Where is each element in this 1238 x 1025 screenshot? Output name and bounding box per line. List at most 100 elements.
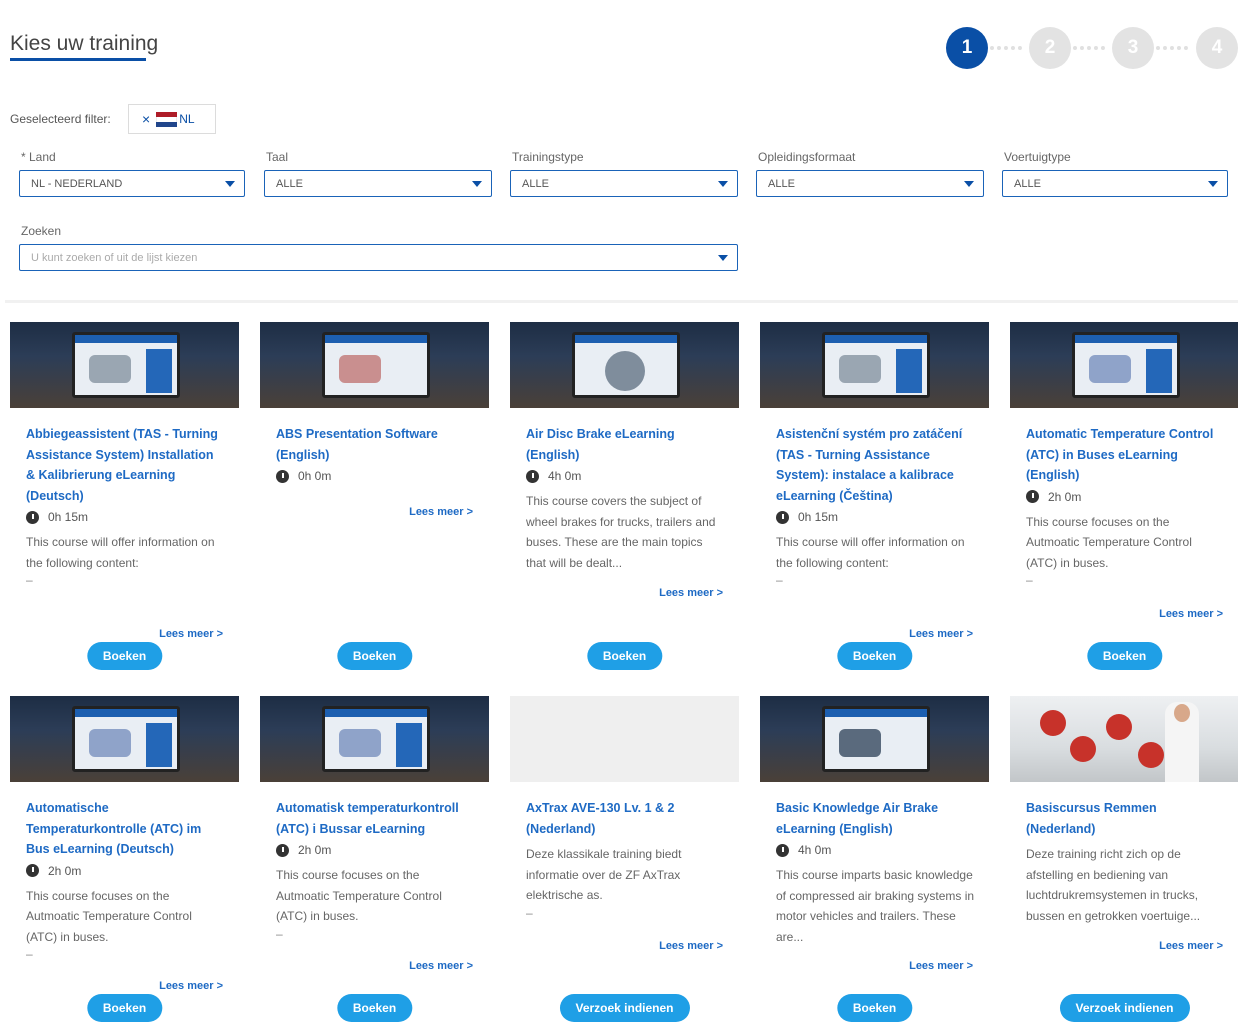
course-image-placeholder: [510, 696, 739, 782]
training-card: Basic Knowledge Air Brake eLearning (Eng…: [760, 696, 989, 1025]
course-image: [760, 322, 989, 408]
training-card: AxTrax AVE-130 Lv. 1 & 2 (Nederland) Dez…: [510, 696, 739, 1025]
course-duration: 0h 0m: [276, 466, 475, 486]
course-description: This course focuses on the Autmoatic Tem…: [26, 888, 192, 944]
chevron-down-icon: [1208, 181, 1218, 187]
read-more-link[interactable]: Lees meer >: [659, 587, 739, 599]
page-title: Kies uw training: [10, 32, 159, 55]
course-image: [1010, 322, 1238, 408]
opleidingsformaat-select-value: ALLE: [768, 177, 795, 190]
course-image: [260, 696, 489, 782]
description-dash: –: [1026, 573, 1033, 587]
read-more-link[interactable]: Lees meer >: [159, 980, 239, 992]
voertuigtype-select-value: ALLE: [1014, 177, 1041, 190]
chevron-down-icon: [718, 181, 728, 187]
course-title[interactable]: Automatisk temperaturkontroll (ATC) i Bu…: [276, 798, 475, 839]
book-button[interactable]: Boeken: [336, 994, 413, 1022]
search-input[interactable]: U kunt zoeken of uit de lijst kiezen: [19, 244, 738, 271]
course-image: [1010, 696, 1238, 782]
step-connector: [990, 46, 1022, 50]
step-connector: [1156, 46, 1188, 50]
course-description: This course will offer information on th…: [26, 535, 215, 570]
course-title[interactable]: Air Disc Brake eLearning (English): [526, 424, 725, 465]
book-button[interactable]: Boeken: [86, 994, 163, 1022]
duration-value: 0h 0m: [298, 469, 332, 483]
course-title[interactable]: Basic Knowledge Air Brake eLearning (Eng…: [776, 798, 975, 839]
duration-value: 4h 0m: [798, 843, 832, 857]
read-more-link[interactable]: Lees meer >: [1159, 940, 1238, 952]
course-title[interactable]: AxTrax AVE-130 Lv. 1 & 2 (Nederland): [526, 798, 725, 839]
opleidingsformaat-select[interactable]: ALLE: [756, 170, 984, 197]
trainingstype-select[interactable]: ALLE: [510, 170, 738, 197]
taal-select[interactable]: ALLE: [264, 170, 492, 197]
chevron-down-icon: [964, 181, 974, 187]
voertuigtype-select[interactable]: ALLE: [1002, 170, 1228, 197]
description-dash: –: [276, 926, 283, 941]
read-more-link[interactable]: Lees meer >: [1159, 608, 1238, 620]
read-more-link[interactable]: Lees meer >: [409, 506, 489, 518]
course-title[interactable]: Automatische Temperaturkontrolle (ATC) i…: [26, 798, 225, 860]
course-title[interactable]: Abbiegeassistent (TAS - Turning Assistan…: [26, 424, 225, 506]
course-duration: 2h 0m: [1026, 487, 1225, 507]
training-card: Air Disc Brake eLearning (English) 4h 0m…: [510, 322, 739, 682]
trainingstype-select-value: ALLE: [522, 177, 549, 190]
book-button[interactable]: Boeken: [836, 642, 913, 670]
clock-icon: [26, 864, 39, 877]
course-description: This course will offer information on th…: [776, 535, 965, 570]
filter-chip-label: NL: [179, 112, 195, 126]
read-more-link[interactable]: Lees meer >: [909, 960, 989, 972]
description-dash: –: [526, 905, 533, 920]
course-title[interactable]: Automatic Temperature Control (ATC) in B…: [1026, 424, 1225, 486]
description-dash: –: [26, 573, 33, 587]
selected-filter-label: Geselecteerd filter:: [10, 112, 111, 126]
progress-stepper: 1 2 3 4: [946, 27, 1238, 69]
clock-icon: [1026, 490, 1039, 503]
voertuigtype-label: Voertuigtype: [1004, 150, 1071, 164]
zoeken-label: Zoeken: [21, 224, 62, 238]
read-more-link[interactable]: Lees meer >: [909, 628, 989, 640]
request-button[interactable]: Verzoek indienen: [1059, 994, 1190, 1022]
clock-icon: [276, 469, 289, 483]
course-title[interactable]: Asistenční systém pro zatáčení (TAS - Tu…: [776, 424, 975, 506]
course-description: This course imparts basic knowledge of c…: [776, 868, 975, 944]
course-image: [260, 322, 489, 408]
course-image: [10, 322, 239, 408]
course-title[interactable]: ABS Presentation Software (English): [276, 424, 475, 465]
course-duration: 2h 0m: [276, 840, 475, 860]
training-card: Basiscursus Remmen (Nederland) Deze trai…: [1010, 696, 1238, 1025]
clock-icon: [26, 510, 39, 524]
training-card: Asistenční systém pro zatáčení (TAS - Tu…: [760, 322, 989, 682]
training-card: Automatic Temperature Control (ATC) in B…: [1010, 322, 1238, 682]
land-select[interactable]: NL - NEDERLAND: [19, 170, 245, 197]
land-select-value: NL - NEDERLAND: [31, 177, 123, 190]
close-icon[interactable]: ×: [142, 111, 150, 127]
course-title[interactable]: Basiscursus Remmen (Nederland): [1026, 798, 1225, 839]
duration-value: 0h 15m: [798, 510, 839, 524]
book-button[interactable]: Boeken: [1086, 642, 1163, 670]
course-duration: 0h 15m: [26, 507, 225, 527]
duration-value: 4h 0m: [548, 469, 582, 483]
read-more-link[interactable]: Lees meer >: [159, 628, 239, 640]
read-more-link[interactable]: Lees meer >: [409, 960, 489, 972]
book-button[interactable]: Boeken: [586, 642, 663, 670]
book-button[interactable]: Boeken: [86, 642, 163, 670]
taal-label: Taal: [266, 150, 289, 164]
clock-icon: [776, 510, 789, 524]
filter-chip-nl[interactable]: × NL: [128, 104, 216, 134]
chevron-down-icon: [718, 255, 728, 261]
book-button[interactable]: Boeken: [836, 994, 913, 1022]
course-description: Deze klassikale training biedt informati…: [526, 847, 682, 902]
opleidingsformaat-label: Opleidingsformaat: [758, 150, 856, 164]
description-dash: –: [26, 947, 33, 961]
clock-icon: [776, 843, 789, 857]
training-card: ABS Presentation Software (English) 0h 0…: [260, 322, 489, 682]
description-dash: –: [776, 573, 783, 587]
request-button[interactable]: Verzoek indienen: [559, 994, 690, 1022]
course-image: [510, 322, 739, 408]
book-button[interactable]: Boeken: [336, 642, 413, 670]
step-2: 2: [1029, 27, 1071, 69]
read-more-link[interactable]: Lees meer >: [659, 940, 739, 952]
section-divider: [5, 300, 1238, 303]
course-duration: 0h 15m: [776, 507, 975, 527]
training-card: Abbiegeassistent (TAS - Turning Assistan…: [10, 322, 239, 682]
